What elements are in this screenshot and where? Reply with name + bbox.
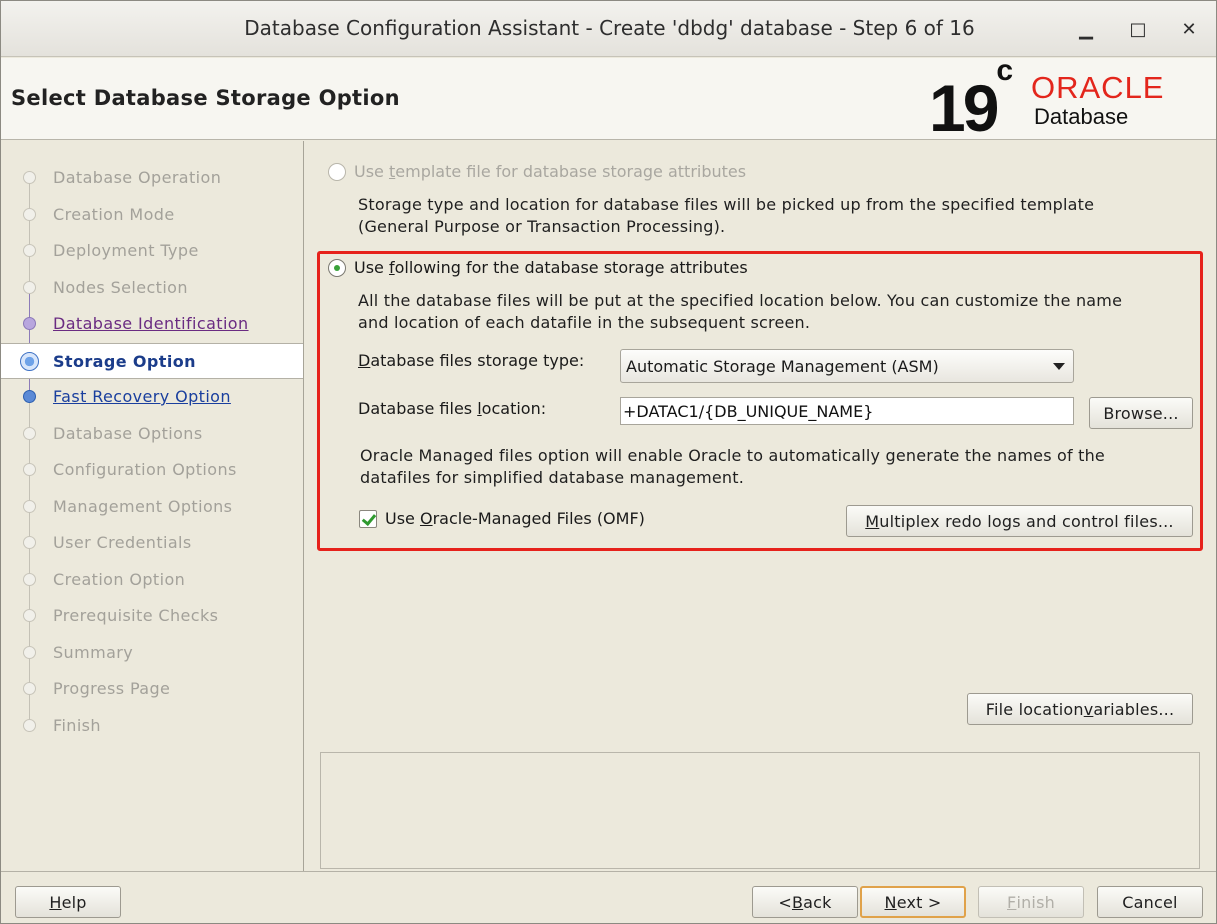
step-item-creation-mode: Creation Mode — [1, 197, 303, 233]
page-title: Select Database Storage Option — [11, 86, 400, 110]
file-location-variables-button[interactable]: File location v ariables... — [967, 693, 1193, 725]
step-item-finish: Finish — [1, 708, 303, 744]
step-indicator-icon — [23, 499, 36, 513]
step-indicator-icon — [23, 463, 36, 476]
step-indicator-icon — [23, 171, 36, 184]
minimize-button[interactable]: ▁ — [1072, 15, 1100, 43]
step-indicator-icon — [23, 426, 36, 440]
step-label: Progress Page — [53, 679, 171, 698]
files-location-input[interactable] — [621, 398, 1073, 424]
message-panel — [320, 752, 1200, 869]
step-label: Creation Option — [53, 569, 186, 589]
minimize-icon: ▁ — [1079, 18, 1093, 40]
step-item-prerequisite-checks: Prerequisite Checks — [1, 598, 303, 634]
close-button[interactable]: ✕ — [1175, 15, 1203, 43]
step-indicator-icon — [23, 536, 36, 549]
step-item-management-options: Management Options — [1, 489, 303, 525]
template-storage-description: Storage type and location for database f… — [358, 195, 1095, 236]
step-item-storage-option: Storage Option — [1, 342, 303, 379]
following-storage-description: All the database files will be put at th… — [358, 291, 1123, 332]
storage-type-value: Automatic Storage Management (ASM) — [626, 357, 939, 376]
files-location-field — [620, 397, 1074, 425]
step-item-nodes-selection: Nodes Selection — [1, 270, 303, 306]
step-indicator-icon — [23, 317, 36, 330]
step-label: Management Options — [53, 496, 233, 516]
maximize-icon: □ — [1129, 18, 1147, 40]
step-label: Prerequisite Checks — [53, 606, 219, 625]
step-label: Fast Recovery Option — [53, 387, 231, 406]
step-item-database-identification[interactable]: Database Identification — [1, 306, 303, 342]
step-label: Storage Option — [53, 351, 196, 371]
step-indicator-icon — [23, 645, 36, 659]
chevron-down-icon — [1053, 363, 1065, 370]
step-label: Database Identification — [53, 314, 249, 333]
step-indicator-icon — [23, 244, 36, 257]
step-item-configuration-options: Configuration Options — [1, 452, 303, 488]
step-indicator-icon — [23, 390, 36, 403]
dbca-window: Database Configuration Assistant - Creat… — [0, 0, 1217, 924]
template-storage-label: Use template file for database storage a… — [354, 162, 747, 181]
omf-checkbox-label: Use Oracle-Managed Files (OMF) — [385, 509, 645, 528]
oracle-19c-logo: 19c — [929, 54, 1014, 145]
omf-info: Oracle Managed files option will enable … — [360, 446, 1105, 487]
title-bar: Database Configuration Assistant - Creat… — [1, 1, 1216, 57]
step-label: Configuration Options — [53, 460, 237, 479]
omf-checkbox[interactable] — [359, 510, 377, 528]
multiplex-button[interactable]: Multiplex redo logs and control files... — [846, 505, 1193, 537]
files-location-label: Database files location: — [358, 399, 547, 418]
back-button[interactable]: < Back — [752, 886, 858, 918]
step-item-deployment-type: Deployment Type — [1, 233, 303, 269]
finish-button[interactable]: Finish — [978, 886, 1084, 918]
step-item-user-credentials: User Credentials — [1, 525, 303, 561]
oracle-brand: ORACLE — [1031, 70, 1165, 105]
step-label: User Credentials — [53, 533, 192, 552]
step-indicator-icon — [20, 351, 39, 371]
step-label: Database Options — [53, 423, 203, 443]
step-item-progress-page: Progress Page — [1, 671, 303, 707]
storage-type-select[interactable]: Automatic Storage Management (ASM) — [620, 349, 1074, 383]
storage-type-label: Database files storage type: — [358, 351, 585, 370]
browse-button[interactable]: Browse... — [1089, 397, 1193, 429]
step-indicator-icon — [23, 609, 36, 622]
step-label: Summary — [53, 642, 134, 662]
following-storage-label: Use following for the database storage a… — [354, 258, 748, 277]
step-item-summary: Summary — [1, 635, 303, 671]
next-button[interactable]: Next > — [860, 886, 966, 918]
help-button[interactable]: Help — [15, 886, 121, 918]
page-header: Select Database Storage Option 19c ORACL… — [1, 54, 1216, 145]
step-item-fast-recovery-option[interactable]: Fast Recovery Option — [1, 379, 303, 415]
following-storage-radio[interactable] — [328, 259, 346, 277]
step-indicator-icon — [23, 682, 36, 695]
step-indicator-icon — [23, 572, 36, 586]
step-label: Database Operation — [53, 168, 222, 187]
step-label: Nodes Selection — [53, 277, 188, 297]
maximize-button[interactable]: □ — [1124, 15, 1152, 43]
oracle-product: Database — [1034, 104, 1129, 129]
step-item-database-options: Database Options — [1, 416, 303, 452]
step-item-creation-option: Creation Option — [1, 562, 303, 598]
step-navigation: Database Operation Creation Mode Deploymen… — [1, 141, 304, 871]
template-storage-radio[interactable] — [328, 163, 346, 181]
step-label: Finish — [53, 715, 101, 735]
step-indicator-icon — [23, 718, 36, 732]
step-label: Deployment Type — [53, 241, 199, 260]
step-indicator-icon — [23, 207, 36, 221]
step-item-database-operation: Database Operation — [1, 160, 303, 196]
cancel-button[interactable]: Cancel — [1097, 886, 1203, 918]
step-indicator-icon — [23, 280, 36, 294]
window-title: Database Configuration Assistant - Creat… — [244, 16, 975, 40]
step-label: Creation Mode — [53, 204, 175, 224]
close-icon: ✕ — [1181, 18, 1197, 40]
